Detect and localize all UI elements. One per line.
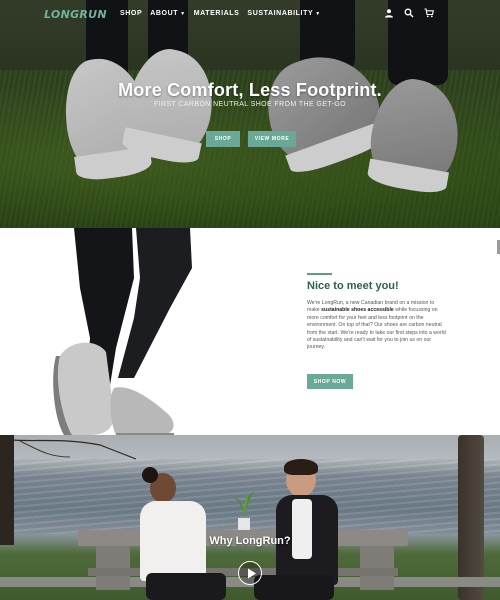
nav-menu: SHOP ABOUT ▼ MATERIALS SUSTAINABILITY ▼ (120, 10, 321, 17)
hero-overlay (0, 0, 500, 228)
nav-item-label: ABOUT (150, 10, 179, 17)
about-description: We're LongRun, a new Canadian brand on a… (307, 300, 446, 351)
search-icon[interactable] (404, 8, 414, 18)
about-section: Nice to meet you! We're LongRun, a new C… (0, 228, 500, 435)
chevron-down-icon: ▼ (315, 11, 321, 17)
video-photo-person-hair (142, 467, 158, 483)
video-photo-plant-pot (238, 518, 250, 530)
video-section[interactable]: Why LongRun? (0, 435, 500, 600)
hero-shop-button[interactable]: SHOP (206, 131, 240, 147)
video-photo-tree (458, 435, 484, 600)
video-photo-person (254, 575, 334, 600)
hero-subtitle: FIRST CARBON NEUTRAL SHOE FROM THE GET-G… (153, 101, 347, 108)
nav-item-materials[interactable]: MATERIALS (194, 10, 240, 17)
cart-icon[interactable] (424, 8, 434, 18)
brand-logo[interactable]: LONGRUN (44, 8, 107, 21)
nav-item-about[interactable]: ABOUT ▼ (150, 10, 185, 17)
nav-item-label: SUSTAINABILITY (247, 10, 314, 17)
video-photo-person-hair (284, 459, 318, 475)
play-button[interactable] (238, 561, 262, 585)
hero-button-group: SHOP VIEW MORE (206, 131, 296, 147)
user-icon[interactable] (384, 8, 394, 18)
about-heading: Nice to meet you! (307, 280, 399, 292)
nav-icon-group (384, 8, 434, 18)
video-photo-person-shirt (292, 499, 312, 559)
main-navigation: LONGRUN SHOP ABOUT ▼ MATERIALS SUSTAINABI… (0, 0, 500, 30)
hero-view-more-button[interactable]: VIEW MORE (248, 131, 296, 147)
nav-item-sustainability[interactable]: SUSTAINABILITY ▼ (247, 10, 320, 17)
about-photo-legs (53, 228, 192, 435)
hero-banner: LONGRUN SHOP ABOUT ▼ MATERIALS SUSTAINABI… (0, 0, 500, 228)
about-shop-now-button[interactable]: SHOP NOW (307, 374, 353, 389)
video-photo-person (146, 573, 226, 600)
chevron-down-icon: ▼ (180, 11, 186, 17)
nav-item-label: SHOP (120, 10, 143, 17)
about-accent-line (307, 273, 332, 275)
video-photo-plant (234, 489, 254, 519)
video-title: Why LongRun? (209, 535, 291, 547)
nav-item-shop[interactable]: SHOP (120, 10, 142, 17)
video-photo-branches (0, 438, 137, 460)
play-icon (248, 568, 256, 579)
hero-title: More Comfort, Less Footprint. (118, 80, 382, 100)
nav-item-label: MATERIALS (193, 10, 240, 17)
